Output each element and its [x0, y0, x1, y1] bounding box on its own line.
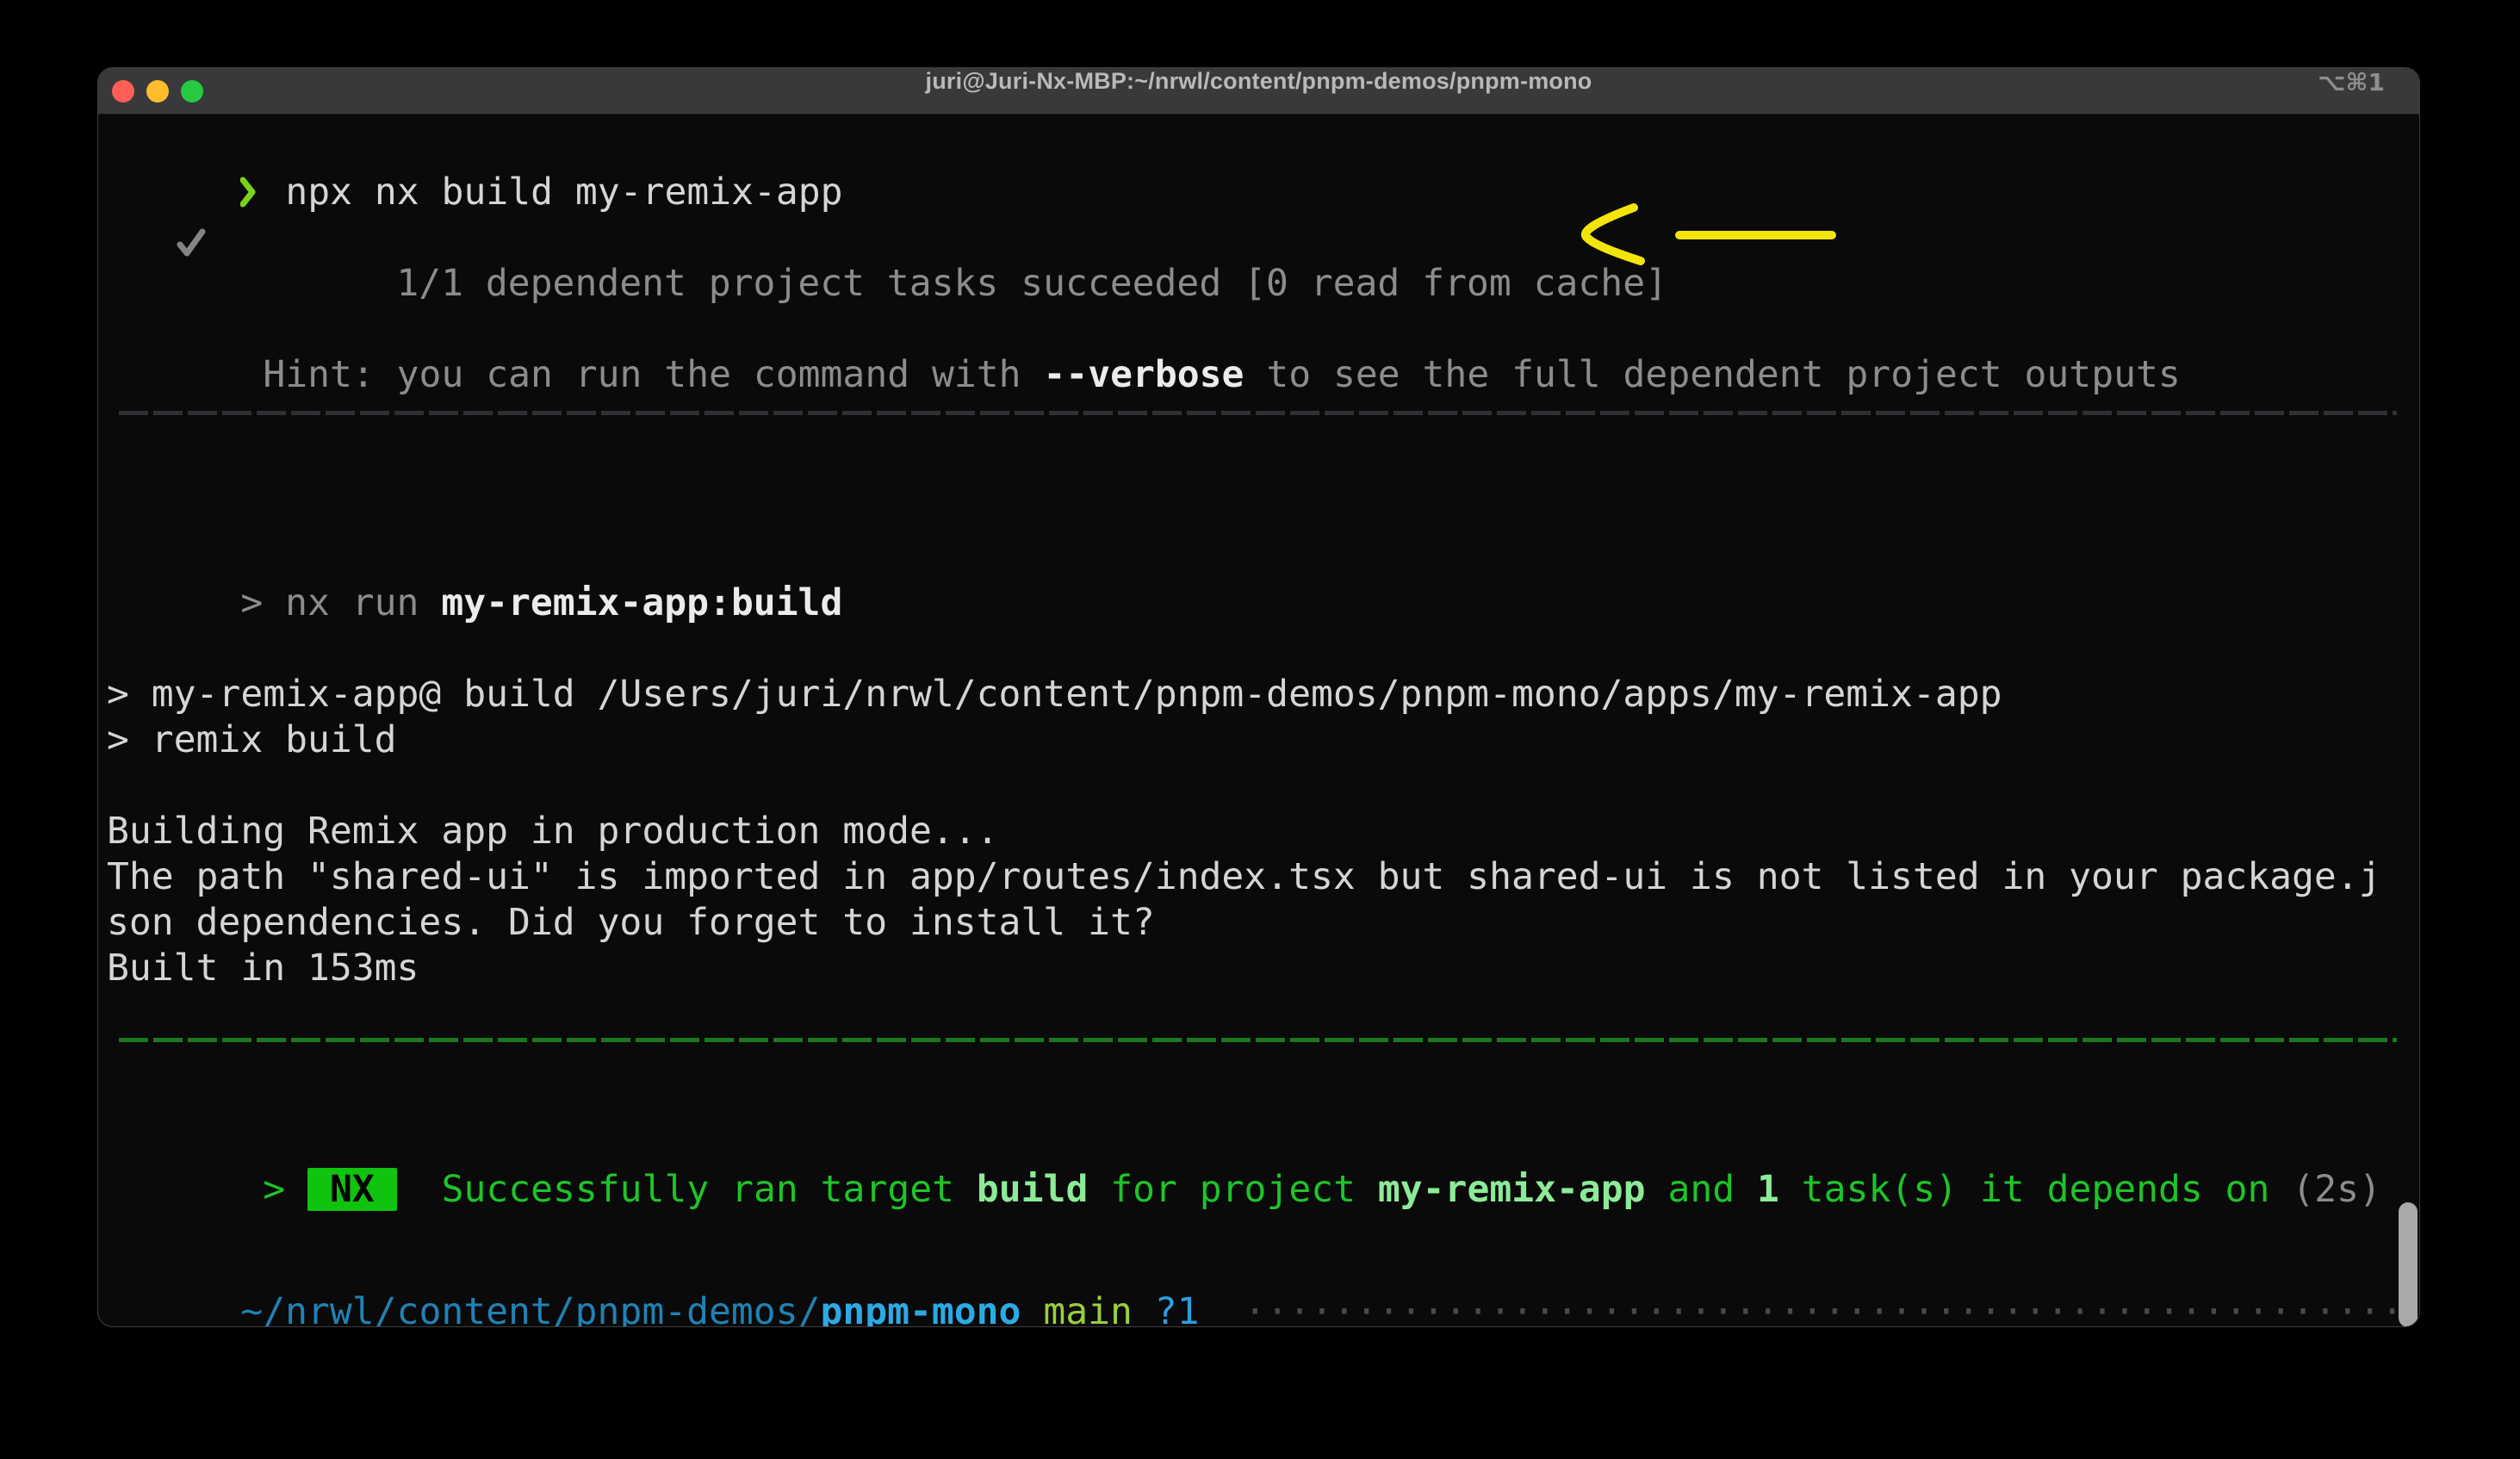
success-text-4: task(s) it depends on — [1779, 1168, 2292, 1211]
hint-text-pre: Hint: you can run the command with — [263, 352, 1043, 398]
terminal-line-remix-cmd: > remix build — [107, 717, 2411, 763]
terminal-line-pkg-script: > my-remix-app@ build /Users/juri/nrwl/c… — [107, 672, 2411, 717]
window-title: juri@Juri-Nx-MBP:~/nrwl/content/pnpm-dem… — [98, 68, 2419, 115]
success-project: my-remix-app — [1378, 1168, 1646, 1211]
scrollbar-thumb[interactable] — [2399, 1202, 2418, 1327]
nx-badge: NX — [307, 1168, 397, 1211]
hint-text-post: to see the full dependent project output… — [1244, 353, 2180, 396]
terminal-line-remix-output-2: The path "shared-ui" is imported in app/… — [107, 854, 2411, 900]
nx-run-pre: > nx run — [240, 581, 441, 624]
terminal-line-remix-output-3: son dependencies. Did you forget to inst… — [107, 900, 2411, 946]
terminal-line-nx-run: > nx run my-remix-app:build — [107, 535, 2411, 580]
terminal-line-hint: Hint: you can run the command with --ver… — [107, 307, 2411, 352]
terminal-line-task-summary: 1/1 dependent project tasks succeeded [0… — [107, 215, 2411, 261]
success-task-count: 1 — [1757, 1168, 1779, 1211]
terminal-line-nx-success: > NX Successfully ran target build for p… — [107, 1121, 2411, 1167]
terminal-line-command-1: npx nx build my-remix-app — [107, 124, 2411, 170]
hint-flag: --verbose — [1043, 353, 1244, 396]
success-duration: (2s) — [2292, 1168, 2381, 1211]
success-text-2: for project — [1088, 1168, 1378, 1211]
success-caret: > — [240, 1168, 307, 1211]
terminal-line-prompt-path: ~/nrwl/content/pnpm-demos/pnpm-mono main… — [107, 1244, 2411, 1289]
check-icon — [176, 223, 207, 254]
separator-dashed-gray — [119, 411, 2397, 415]
terminal-window: juri@Juri-Nx-MBP:~/nrwl/content/pnpm-dem… — [97, 67, 2420, 1327]
success-text-1: Successfully ran target — [397, 1168, 977, 1211]
nx-run-target: my-remix-app:build — [441, 581, 842, 624]
terminal-line-prompt-2[interactable] — [107, 1288, 2411, 1327]
success-target: build — [977, 1168, 1088, 1211]
success-text-3: and — [1646, 1168, 1757, 1211]
terminal-output-area[interactable]: npx nx build my-remix-app 1/1 dependent … — [98, 115, 2419, 1326]
terminal-line-remix-output-1: Building Remix app in production mode... — [107, 809, 2411, 854]
terminal-line-remix-output-4: Built in 153ms — [107, 946, 2411, 991]
task-summary-text: 1/1 dependent project tasks succeeded [0… — [396, 261, 1667, 307]
title-bar[interactable]: juri@Juri-Nx-MBP:~/nrwl/content/pnpm-dem… — [98, 68, 2419, 115]
command-text: npx nx build my-remix-app — [285, 170, 842, 215]
separator-dashed-green — [119, 1038, 2397, 1042]
tab-shortcut-hint: ⌥⌘1 — [2318, 68, 2385, 115]
prompt-chevron-icon — [240, 173, 256, 204]
